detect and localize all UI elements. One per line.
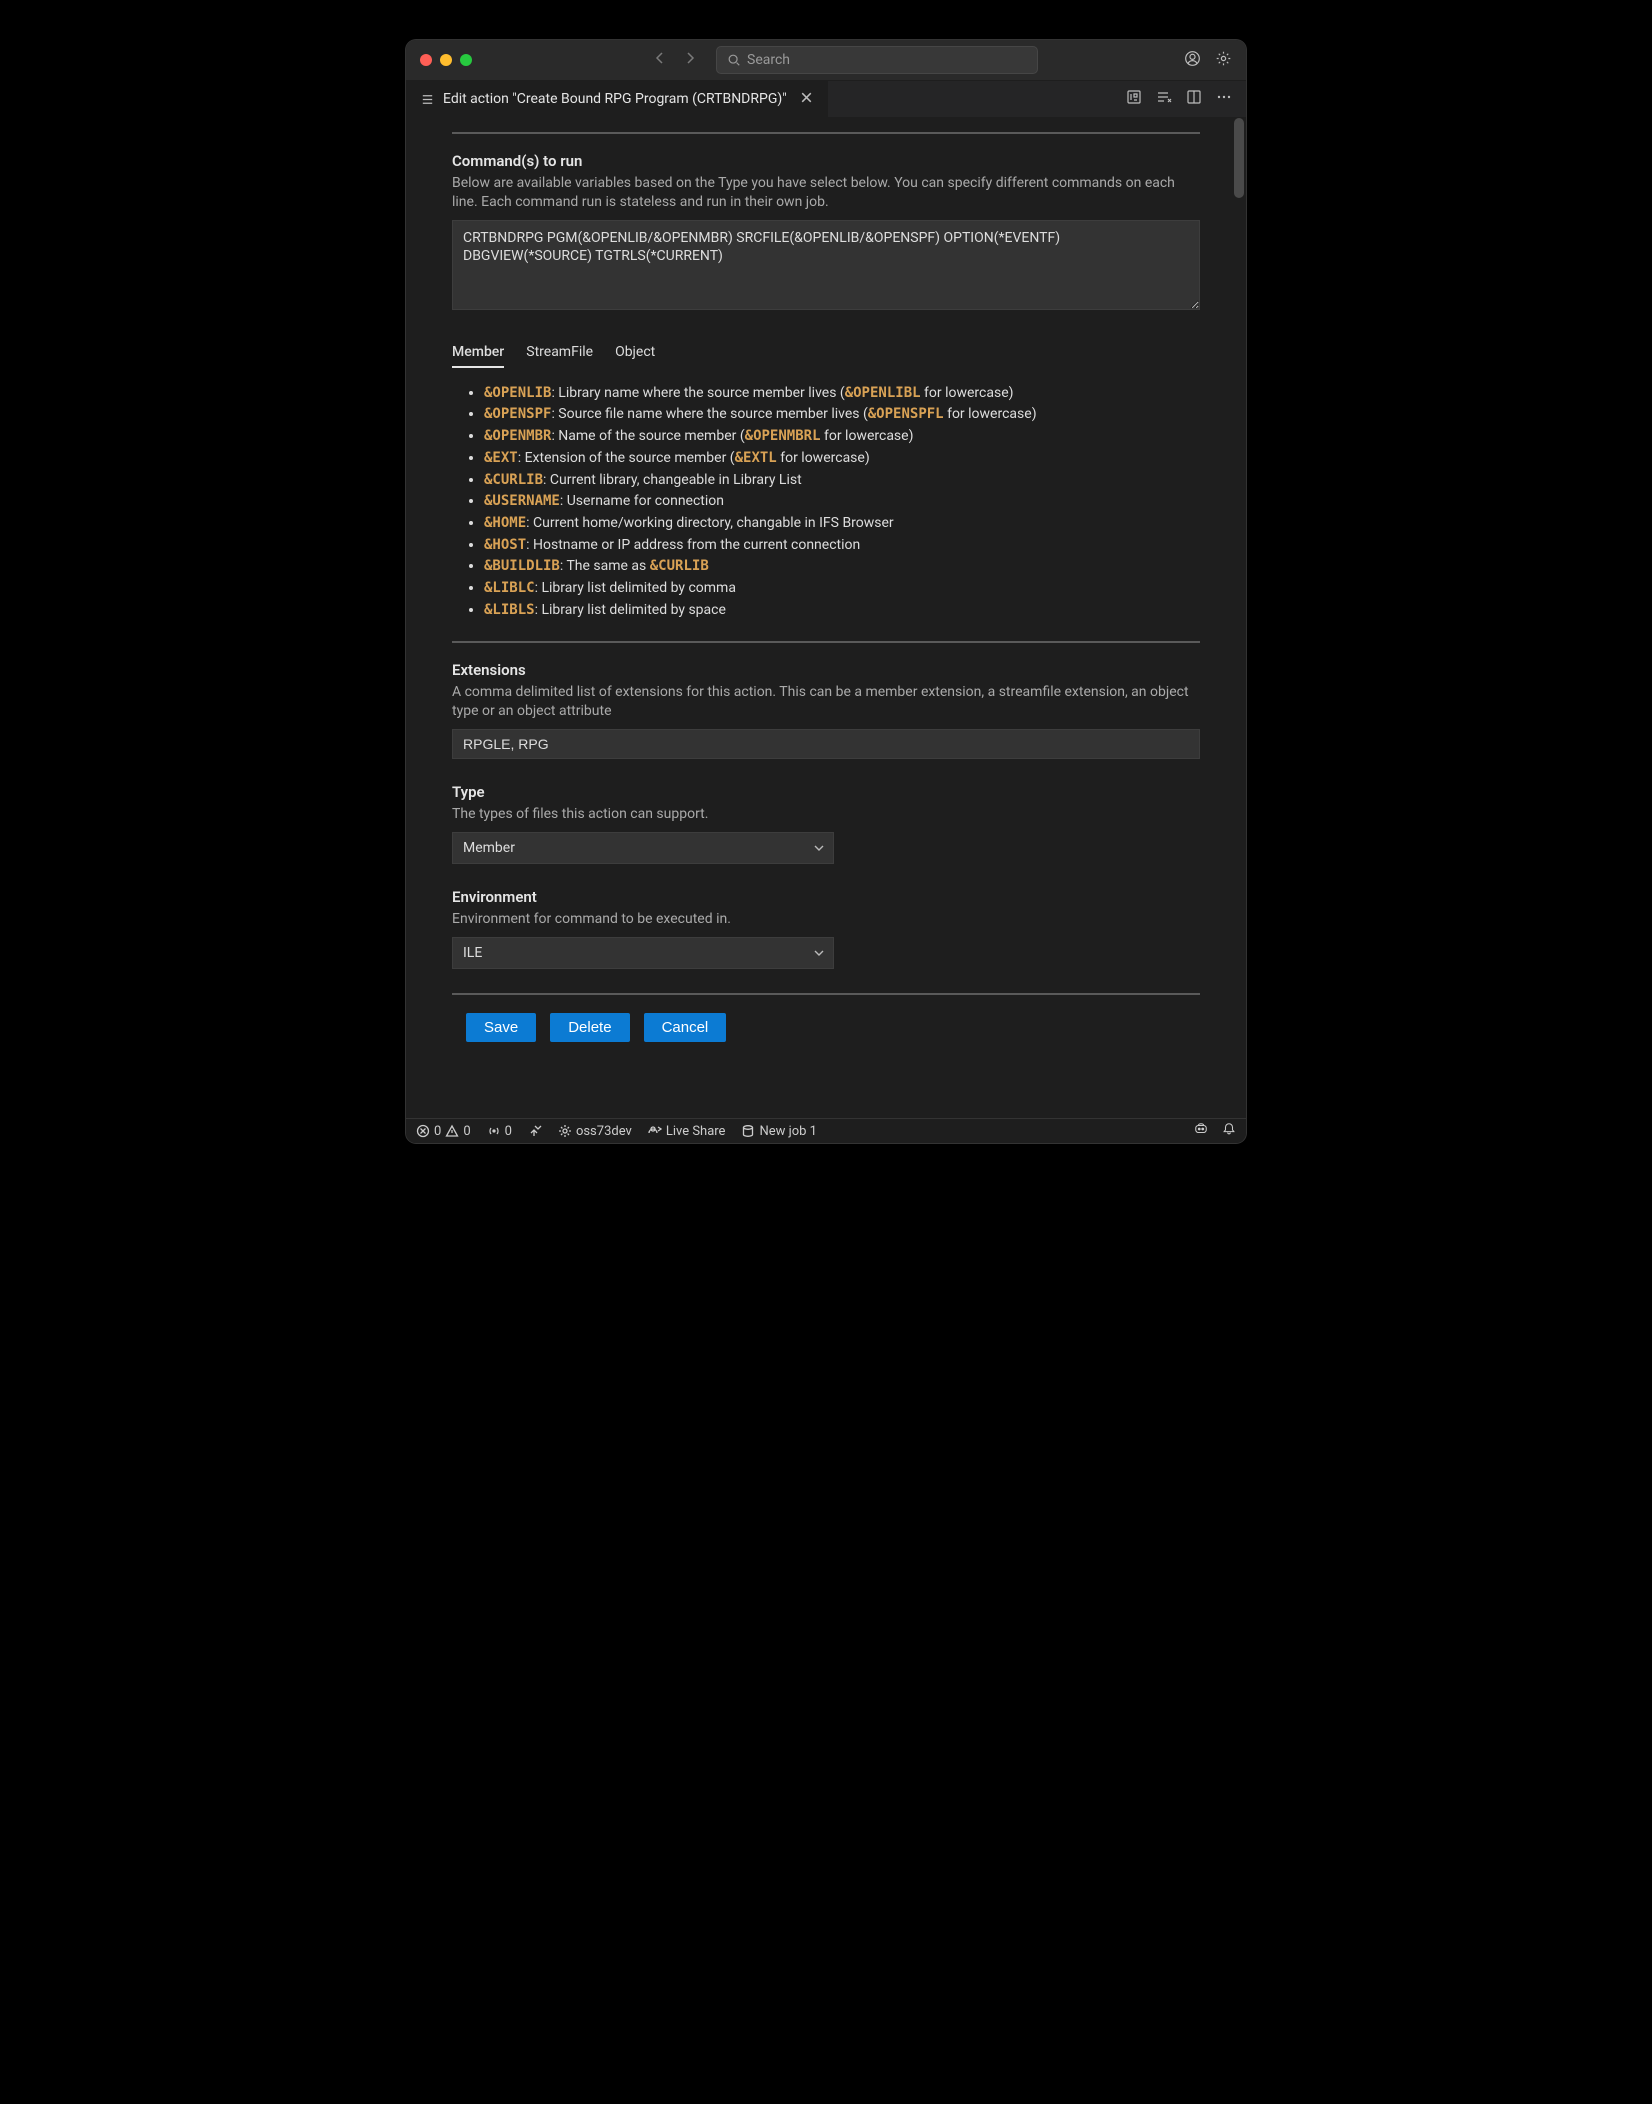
tab-title: Edit action "Create Bound RPG Program (C… (443, 91, 787, 107)
status-bar: 0 0 0 oss73dev Live Share New job 1 (406, 1118, 1246, 1143)
variable-item: &CURLIB: Current library, changeable in … (484, 470, 1200, 492)
environment-section: Environment Environment for command to b… (452, 888, 1200, 969)
variables-list: &OPENLIB: Library name where the source … (466, 383, 1200, 622)
tab-edit-action[interactable]: Edit action "Create Bound RPG Program (C… (406, 81, 829, 117)
type-section: Type The types of files this action can … (452, 783, 1200, 864)
extensions-title: Extensions (452, 661, 1200, 679)
minimize-window-button[interactable] (440, 54, 452, 66)
status-host[interactable]: oss73dev (558, 1124, 632, 1139)
type-title: Type (452, 783, 1200, 801)
extensions-input[interactable] (452, 729, 1200, 759)
env-desc: Environment for command to be executed i… (452, 910, 1200, 929)
error-icon (416, 1124, 430, 1138)
variable-item: &OPENMBR: Name of the source member (&OP… (484, 426, 1200, 448)
tab-object[interactable]: Object (615, 338, 655, 368)
scrollbar[interactable] (1234, 118, 1244, 198)
commands-section: Command(s) to run Below are available va… (452, 152, 1200, 314)
editor-body: Command(s) to run Below are available va… (406, 118, 1246, 1118)
database-icon (741, 1124, 755, 1138)
search-placeholder: Search (747, 52, 790, 68)
nav-back-icon[interactable] (652, 50, 668, 70)
liveshare-icon (648, 1124, 662, 1138)
status-ports[interactable]: 0 (487, 1124, 512, 1139)
bell-icon[interactable] (1222, 1122, 1236, 1140)
account-icon[interactable] (1184, 50, 1201, 71)
variable-item: &LIBLS: Library list delimited by space (484, 600, 1200, 622)
variable-item: &OPENSPF: Source file name where the sou… (484, 404, 1200, 426)
type-select[interactable]: Member (452, 832, 834, 864)
status-liveshare[interactable]: Live Share (648, 1124, 726, 1139)
radio-icon (487, 1124, 501, 1138)
copilot-icon[interactable] (1194, 1122, 1208, 1140)
variable-item: &HOME: Current home/working directory, c… (484, 513, 1200, 535)
close-window-button[interactable] (420, 54, 432, 66)
commands-desc: Below are available variables based on t… (452, 174, 1200, 212)
env-select[interactable]: ILE (452, 937, 834, 969)
variable-item: &OPENLIB: Library name where the source … (484, 383, 1200, 405)
type-value: Member (463, 840, 515, 856)
split-editor-icon[interactable] (1186, 89, 1202, 109)
search-icon (727, 53, 741, 67)
remote-icon (528, 1124, 542, 1138)
variable-item: &BUILDLIB: The same as &CURLIB (484, 556, 1200, 578)
tab-close-icon[interactable] (799, 90, 814, 109)
commands-title: Command(s) to run (452, 152, 1200, 170)
status-errors[interactable]: 0 0 (416, 1124, 471, 1139)
status-newjob[interactable]: New job 1 (741, 1124, 817, 1139)
delete-button[interactable]: Delete (550, 1013, 629, 1042)
tab-member[interactable]: Member (452, 338, 504, 368)
section-divider (452, 641, 1200, 643)
settings-gear-icon[interactable] (1215, 50, 1232, 71)
variable-item: &LIBLC: Library list delimited by comma (484, 578, 1200, 600)
list-icon (420, 92, 435, 107)
titlebar: Search (406, 40, 1246, 81)
gear-icon (558, 1124, 572, 1138)
warning-icon (445, 1124, 459, 1138)
tab-streamfile[interactable]: StreamFile (526, 338, 593, 368)
variable-item: &HOST: Hostname or IP address from the c… (484, 535, 1200, 557)
type-desc: The types of files this action can suppo… (452, 805, 1200, 824)
save-button[interactable]: Save (466, 1013, 536, 1042)
chevron-down-icon (813, 947, 825, 959)
extensions-desc: A comma delimited list of extensions for… (452, 683, 1200, 721)
chevron-down-icon (813, 842, 825, 854)
section-divider (452, 993, 1200, 995)
list-selection-icon[interactable] (1156, 89, 1172, 109)
editor-tabbar: Edit action "Create Bound RPG Program (C… (406, 81, 1246, 118)
binary-icon[interactable] (1126, 89, 1142, 109)
cancel-button[interactable]: Cancel (644, 1013, 727, 1042)
button-row: Save Delete Cancel (466, 1013, 1200, 1042)
search-input[interactable]: Search (716, 46, 1038, 74)
nav-forward-icon[interactable] (682, 50, 698, 70)
env-value: ILE (463, 945, 482, 961)
window: Search Edit action "Create Bound RPG Pro… (406, 40, 1246, 1143)
more-icon[interactable] (1216, 89, 1232, 109)
status-remote[interactable] (528, 1124, 542, 1138)
extensions-section: Extensions A comma delimited list of ext… (452, 661, 1200, 759)
zoom-window-button[interactable] (460, 54, 472, 66)
traffic-lights (420, 54, 472, 66)
section-divider (452, 132, 1200, 134)
variable-item: &EXT: Extension of the source member (&E… (484, 448, 1200, 470)
env-title: Environment (452, 888, 1200, 906)
variable-tabs: Member StreamFile Object (452, 338, 1200, 369)
nav-arrows (652, 50, 698, 70)
commands-textarea[interactable] (452, 220, 1200, 310)
variable-item: &USERNAME: Username for connection (484, 491, 1200, 513)
